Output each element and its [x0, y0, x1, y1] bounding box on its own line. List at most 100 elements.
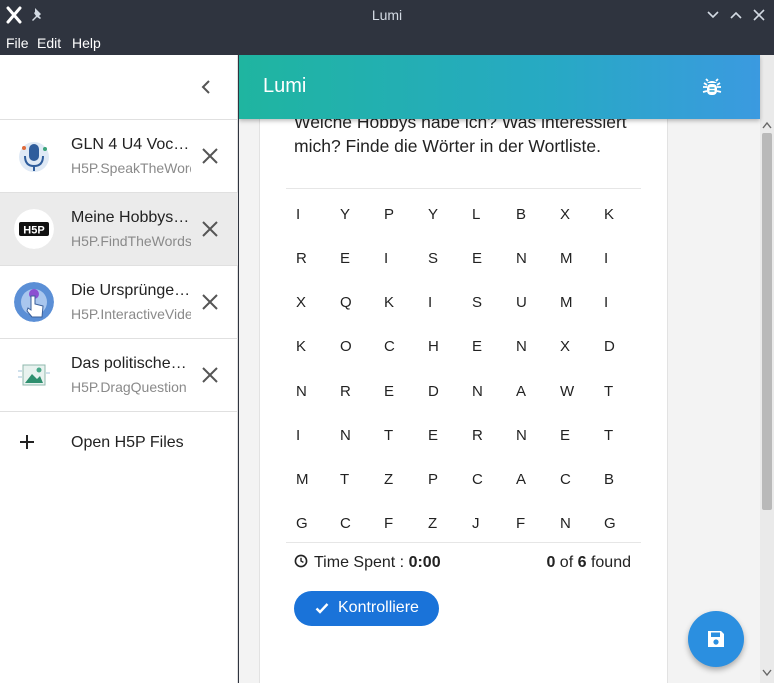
grid-letter[interactable]: N [296, 383, 316, 400]
scroll-down-icon[interactable] [762, 669, 772, 677]
grid-letter[interactable]: I [604, 294, 624, 311]
grid-letter[interactable]: N [340, 427, 360, 444]
menu-file[interactable]: File [6, 35, 29, 51]
grid-letter[interactable]: X [296, 294, 316, 311]
grid-letter[interactable]: B [604, 471, 624, 488]
close-icon[interactable] [199, 364, 221, 386]
main-area: Welche Hobbys habe ich? Was interessiert… [239, 55, 774, 683]
close-icon[interactable] [199, 291, 221, 313]
file-title: Die Ursprünge der [71, 282, 191, 299]
grid-letter[interactable]: B [516, 206, 536, 223]
grid-letter[interactable]: F [516, 515, 536, 532]
grid-letter[interactable]: O [340, 338, 360, 355]
close-window-icon[interactable] [751, 7, 767, 23]
grid-letter[interactable]: K [384, 294, 404, 311]
grid-letter[interactable]: C [340, 515, 360, 532]
time-value: 0:00 [408, 554, 441, 571]
grid-letter[interactable]: S [428, 250, 448, 267]
grid-letter[interactable]: T [604, 383, 624, 400]
grid-letter[interactable]: M [296, 471, 316, 488]
grid-letter[interactable]: M [560, 294, 580, 311]
collapse-sidebar-icon[interactable] [196, 76, 216, 98]
grid-letter[interactable]: F [384, 515, 404, 532]
grid-letter[interactable]: Y [428, 206, 448, 223]
close-icon[interactable] [199, 218, 221, 240]
grid-letter[interactable]: N [516, 338, 536, 355]
grid-letter[interactable]: L [472, 206, 492, 223]
menu-edit[interactable]: Edit [37, 35, 61, 51]
grid-letter[interactable]: I [428, 294, 448, 311]
bug-report-icon[interactable] [701, 76, 723, 98]
maximize-icon[interactable] [728, 7, 744, 23]
file-title: Das politische System [71, 355, 191, 372]
grid-letter[interactable]: Y [340, 206, 360, 223]
grid-letter[interactable]: H [428, 338, 448, 355]
app-header: Lumi [239, 55, 760, 119]
open-h5p-files-button[interactable]: Open H5P Files [0, 420, 238, 466]
grid-letter[interactable]: N [516, 427, 536, 444]
grid-letter[interactable]: K [604, 206, 624, 223]
grid-letter[interactable]: Q [340, 294, 360, 311]
grid-letter[interactable]: P [428, 471, 448, 488]
grid-letter[interactable]: E [340, 250, 360, 267]
grid-letter[interactable]: M [560, 250, 580, 267]
close-icon[interactable] [199, 145, 221, 167]
grid-letter[interactable]: G [296, 515, 316, 532]
h5p-logo-icon: H5P [14, 209, 54, 249]
minimize-icon[interactable] [705, 7, 721, 23]
menu-help[interactable]: Help [72, 35, 101, 51]
microphone-icon [14, 136, 54, 176]
scrollbar-thumb[interactable] [762, 133, 772, 510]
grid-letter[interactable]: C [560, 471, 580, 488]
grid-letter[interactable]: T [340, 471, 360, 488]
grid-letter[interactable]: I [604, 250, 624, 267]
grid-letter[interactable]: X [560, 338, 580, 355]
save-button[interactable] [688, 611, 744, 667]
grid-letter[interactable]: R [340, 383, 360, 400]
grid-letter[interactable]: P [384, 206, 404, 223]
file-item[interactable]: Die Ursprünge der H5P.InteractiveVideo [0, 266, 238, 339]
file-item[interactable]: Das politische System H5P.DragQuestion [0, 339, 238, 412]
grid-letter[interactable]: T [604, 427, 624, 444]
file-item[interactable]: H5P Meine Hobbys.h5p H5P.FindTheWords [0, 193, 238, 266]
grid-letter[interactable]: S [472, 294, 492, 311]
grid-letter[interactable]: U [516, 294, 536, 311]
grid-letter[interactable]: Z [428, 515, 448, 532]
window-title: Lumi [371, 7, 403, 23]
grid-letter[interactable]: A [516, 383, 536, 400]
file-title: GLN 4 U4 Vocabulary [71, 136, 191, 153]
grid-letter[interactable]: D [604, 338, 624, 355]
grid-letter[interactable]: C [384, 338, 404, 355]
grid-letter[interactable]: N [560, 515, 580, 532]
scrollbar[interactable] [760, 55, 774, 683]
check-button[interactable]: Kontrolliere [294, 591, 439, 626]
file-type: H5P.InteractiveVideo [71, 306, 191, 322]
grid-letter[interactable]: N [516, 250, 536, 267]
grid-letter[interactable]: I [296, 206, 316, 223]
grid-letter[interactable]: I [384, 250, 404, 267]
grid-letter[interactable]: E [428, 427, 448, 444]
grid-letter[interactable]: E [472, 338, 492, 355]
grid-letter[interactable]: X [560, 206, 580, 223]
save-icon [708, 631, 724, 647]
grid-letter[interactable]: A [516, 471, 536, 488]
grid-letter[interactable]: I [296, 427, 316, 444]
grid-letter[interactable]: R [472, 427, 492, 444]
grid-letter[interactable]: D [428, 383, 448, 400]
grid-letter[interactable]: W [560, 383, 580, 400]
grid-letter[interactable]: G [604, 515, 624, 532]
grid-letter[interactable]: C [472, 471, 492, 488]
file-item[interactable]: GLN 4 U4 Vocabulary H5P.SpeakTheWords [0, 120, 238, 193]
grid-letter[interactable]: T [384, 427, 404, 444]
grid-letter[interactable]: R [296, 250, 316, 267]
grid-letter[interactable]: E [560, 427, 580, 444]
grid-letter[interactable]: K [296, 338, 316, 355]
word-grid[interactable]: I Y P Y L B X K R E I S E N M I X Q K I S U M I K O C H E N X D N R E D N A W T… [296, 206, 636, 536]
grid-letter[interactable]: Z [384, 471, 404, 488]
grid-letter[interactable]: J [472, 515, 492, 532]
scroll-up-icon[interactable] [762, 121, 772, 129]
grid-letter[interactable]: E [472, 250, 492, 267]
found-counter: 0 of 6 found [546, 554, 631, 572]
grid-letter[interactable]: N [472, 383, 492, 400]
grid-letter[interactable]: E [384, 383, 404, 400]
